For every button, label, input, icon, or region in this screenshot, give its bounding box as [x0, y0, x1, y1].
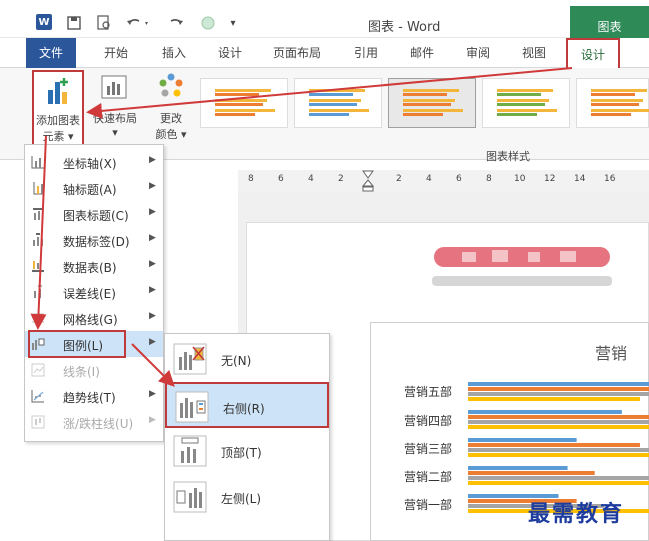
tutorial-arrows	[30, 67, 573, 387]
watermark: 最需教育	[528, 501, 625, 527]
